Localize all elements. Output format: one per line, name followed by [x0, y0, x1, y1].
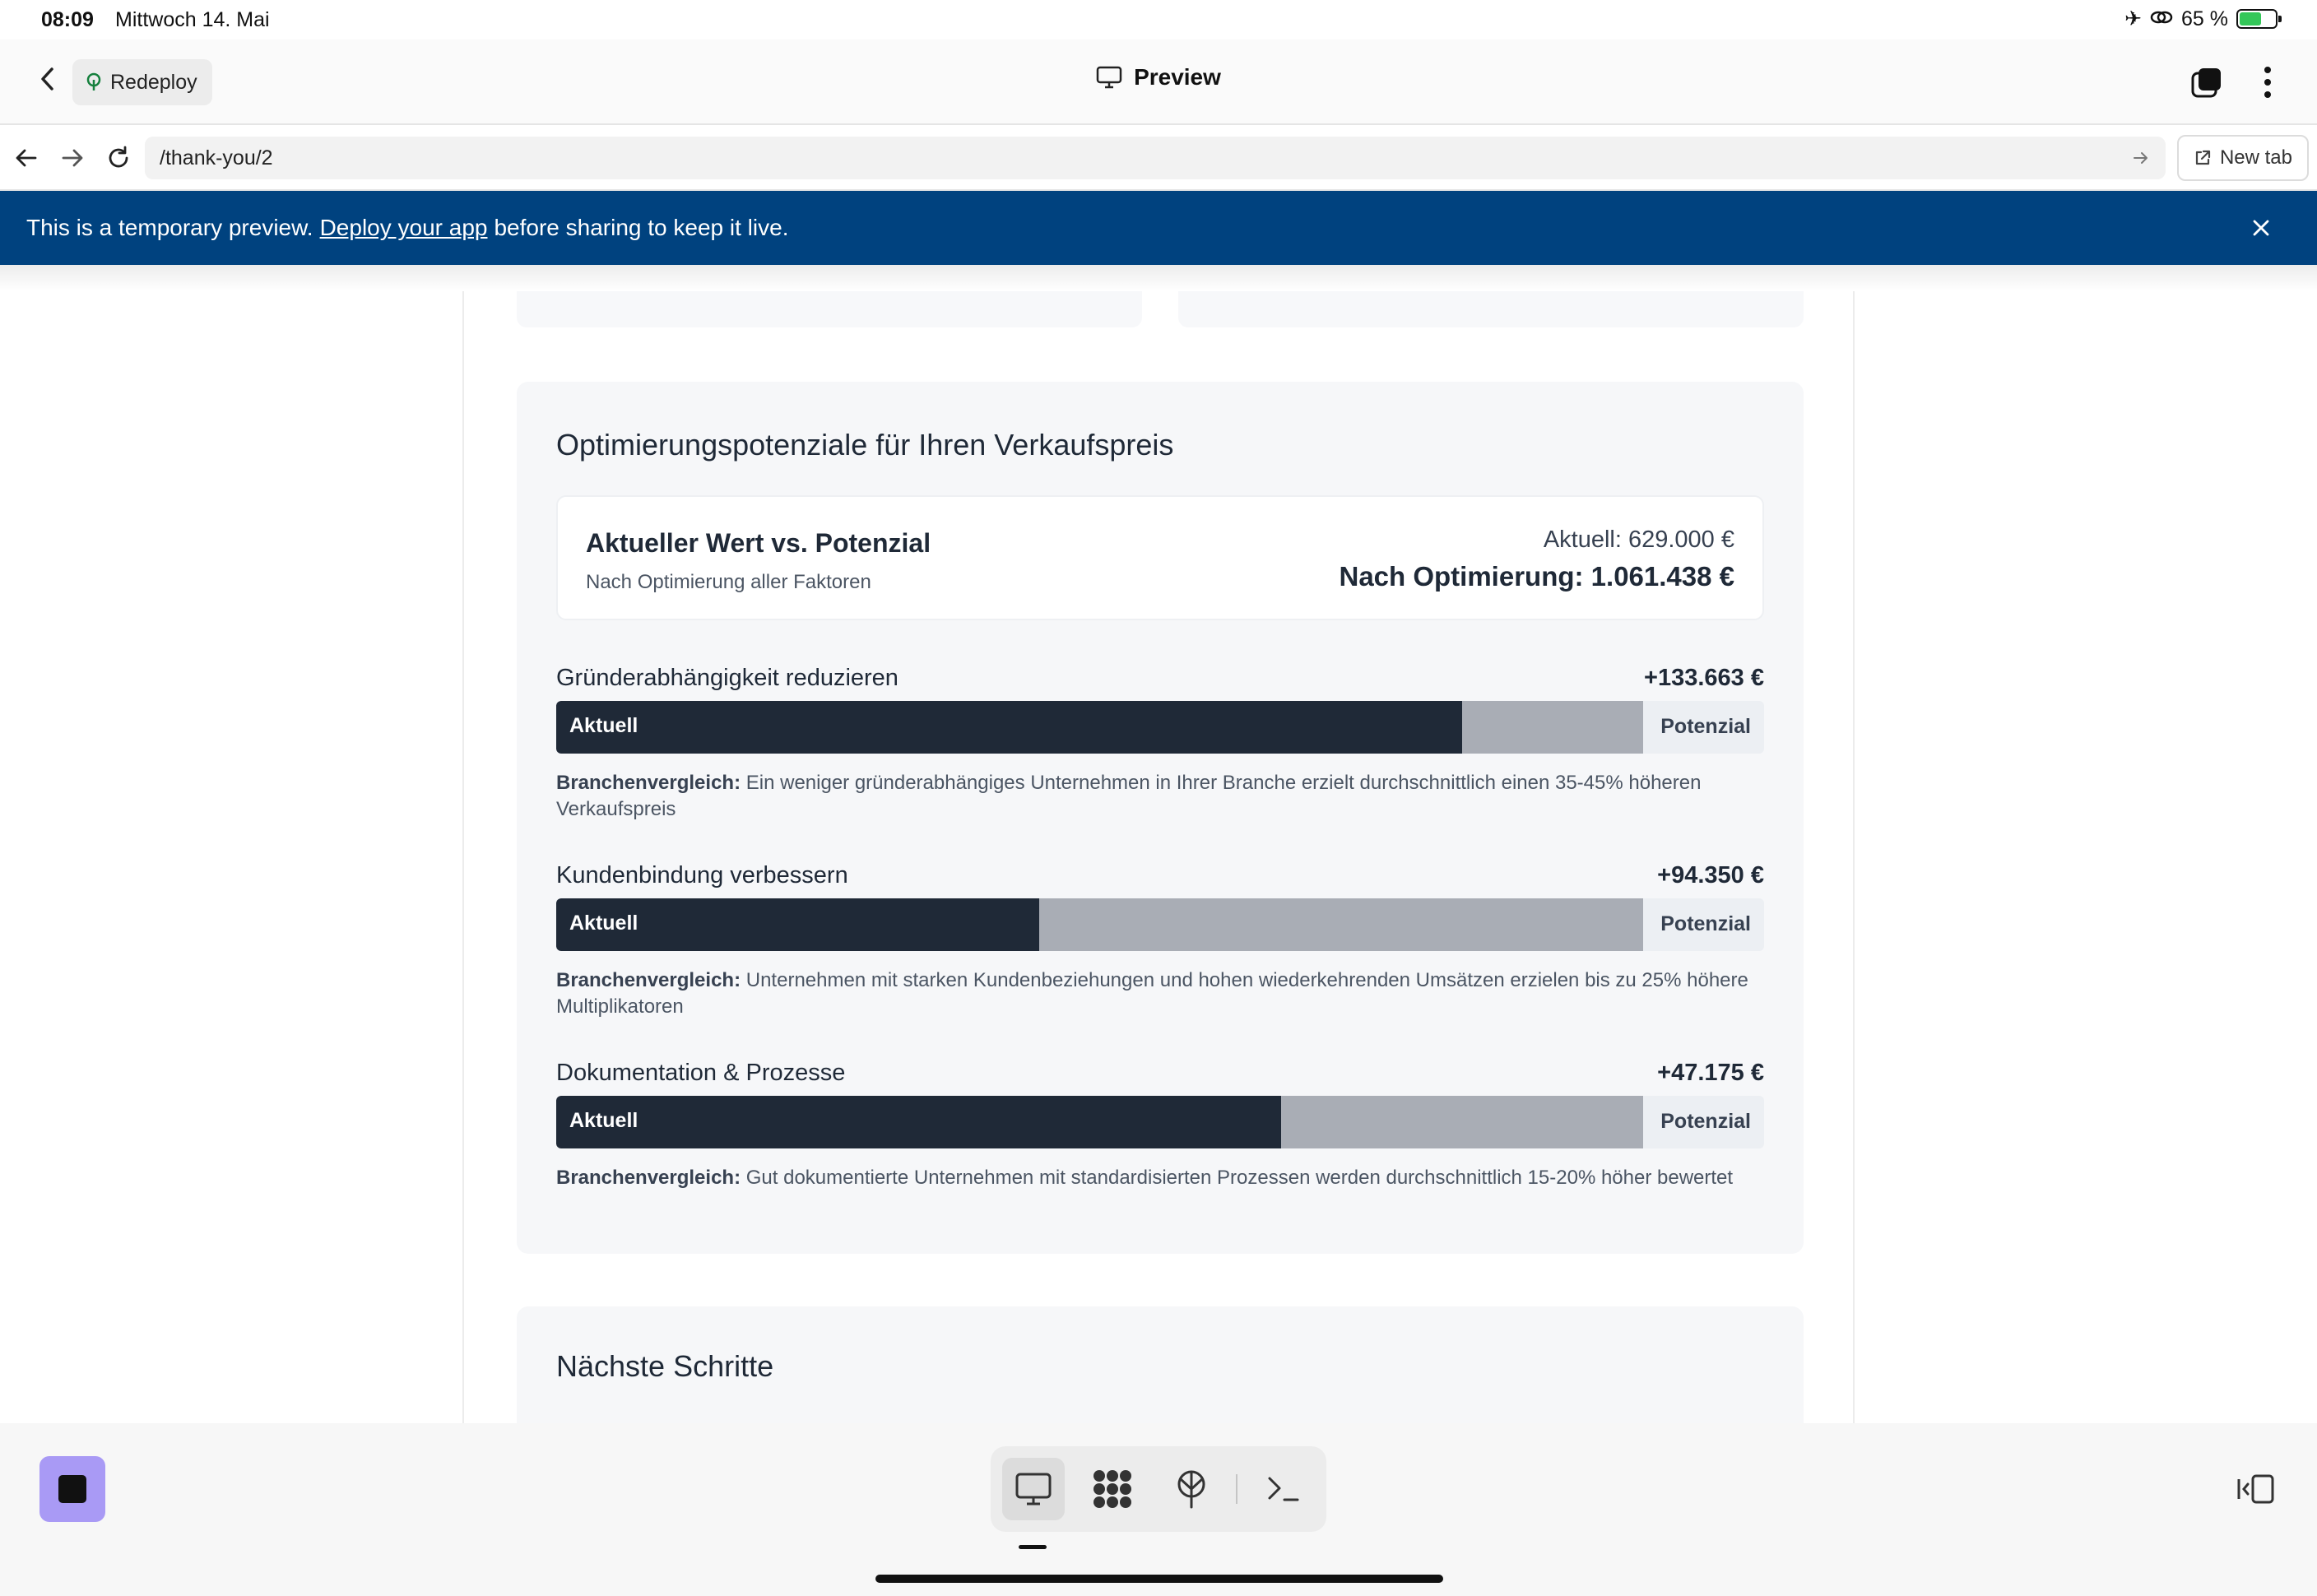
current-fill: Aktuell [556, 898, 1040, 951]
active-indicator [1019, 1545, 1047, 1549]
arrow-right-icon [2134, 152, 2148, 164]
deploy-icon [1177, 1470, 1205, 1509]
reload-button[interactable] [100, 140, 137, 176]
preview-banner: This is a temporary preview. Deploy your… [0, 191, 2317, 265]
current-fill: Aktuell [556, 1096, 1281, 1148]
metric-name: Gründerabhängigkeit reduzieren [556, 665, 898, 691]
dock [991, 1446, 1326, 1532]
go-button[interactable] [2128, 145, 2154, 171]
potential-label: Potenzial [1660, 715, 1751, 738]
summary-title: Aktueller Wert vs. Potenzial [586, 528, 931, 558]
metric-description: Branchenvergleich: Ein weniger gründerab… [556, 770, 1764, 823]
current-label: Aktuell [569, 714, 638, 737]
metric-progress-bar: Aktuell Potenzial [556, 1096, 1764, 1148]
value-summary-card: Aktueller Wert vs. Potenzial Nach Optimi… [556, 495, 1764, 620]
dock-separator [1236, 1474, 1237, 1504]
preview-label: Preview [1134, 64, 1221, 90]
external-link-icon [2195, 150, 2211, 165]
potential-label: Potenzial [1660, 1110, 1751, 1133]
url-input[interactable]: /thank-you/2 [145, 137, 2166, 179]
potential-label: Potenzial [1660, 912, 1751, 935]
home-indicator [875, 1575, 1443, 1583]
sidebar-toggle-button[interactable] [2235, 1469, 2278, 1509]
dock-apps-button[interactable] [1081, 1458, 1144, 1520]
url-bar: /thank-you/2 New tab [0, 125, 2317, 191]
deploy-link[interactable]: Deploy your app [320, 215, 488, 241]
banner-close-button[interactable] [2245, 211, 2278, 244]
new-tab-label: New tab [2219, 146, 2292, 169]
dock-terminal-button[interactable] [1252, 1458, 1315, 1520]
preview-title: Preview [0, 64, 2317, 90]
close-icon [2253, 220, 2269, 236]
stop-button[interactable] [39, 1456, 105, 1522]
page-viewport: Optimierungspotenziale für Ihren Verkauf… [0, 265, 2317, 1423]
bottom-toolbar [0, 1423, 2317, 1596]
link-icon [2150, 7, 2173, 31]
next-steps-section: Nächste Schritte [517, 1306, 1804, 1423]
current-fill: Aktuell [556, 701, 1462, 754]
terminal-icon [1268, 1477, 1299, 1501]
page-container: Optimierungspotenziale für Ihren Verkauf… [462, 265, 1855, 1423]
metric-gain: +133.663 € [1644, 665, 1764, 691]
comparison-label: Branchenvergleich: [556, 969, 741, 991]
status-date: Mittwoch 14. Mai [115, 8, 270, 31]
dock-deploy-button[interactable] [1160, 1458, 1223, 1520]
app-header: Redeploy Preview [0, 39, 2317, 125]
comparison-label: Branchenvergleich: [556, 1167, 741, 1189]
metric-description: Branchenvergleich: Gut dokumentierte Unt… [556, 1165, 1764, 1191]
current-label: Aktuell [569, 912, 638, 935]
arrow-right-icon [62, 149, 83, 167]
metric-name: Kundenbindung verbessern [556, 862, 848, 888]
airplane-icon: ✈ [2124, 7, 2143, 30]
next-steps-title: Nächste Schritte [556, 1349, 774, 1383]
new-tab-button[interactable]: New tab [2176, 135, 2309, 181]
apps-grid-icon [1093, 1470, 1131, 1508]
more-vertical-icon [2264, 67, 2271, 98]
metric-gain: +94.350 € [1657, 862, 1764, 888]
metric-progress-bar: Aktuell Potenzial [556, 701, 1764, 754]
sidebar-icon [2237, 1474, 2274, 1504]
banner-text-after: before sharing to keep it live. [494, 215, 789, 240]
tabs-icon [2191, 68, 2221, 98]
optimization-section: Optimierungspotenziale für Ihren Verkauf… [517, 382, 1804, 1254]
arrow-left-icon [16, 149, 37, 167]
dock-preview-button[interactable] [1002, 1458, 1065, 1520]
summary-subtitle: Nach Optimierung aller Faktoren [586, 571, 871, 593]
comparison-text: Gut dokumentierte Unternehmen mit standa… [745, 1167, 1734, 1189]
current-value: Aktuell: 629.000 € [1543, 527, 1734, 553]
url-text: /thank-you/2 [160, 146, 273, 169]
status-time: 08:09 [41, 8, 94, 31]
status-indicators: ✈ 65 % [2124, 7, 2282, 31]
monitor-icon [1015, 1473, 1052, 1506]
comparison-label: Branchenvergleich: [556, 772, 741, 794]
nav-back-button[interactable] [8, 140, 44, 176]
optimization-title: Optimierungspotenziale für Ihren Verkauf… [556, 428, 1174, 462]
scroll-shadow [0, 265, 2317, 291]
current-label: Aktuell [569, 1109, 638, 1132]
metric-description: Branchenvergleich: Unternehmen mit stark… [556, 967, 1764, 1020]
optimized-value: Nach Optimierung: 1.061.438 € [1339, 561, 1734, 592]
metric-gain: +47.175 € [1657, 1060, 1764, 1086]
metric-progress-bar: Aktuell Potenzial [556, 898, 1764, 951]
status-bar: 08:09 Mittwoch 14. Mai ✈ 65 % [0, 0, 2317, 39]
metric-name: Dokumentation & Prozesse [556, 1060, 846, 1086]
battery-icon [2236, 9, 2282, 29]
battery-percent: 65 % [2181, 7, 2228, 30]
banner-text-before: This is a temporary preview. [26, 215, 313, 240]
nav-forward-button[interactable] [54, 140, 91, 176]
tabs-button[interactable] [2187, 63, 2226, 102]
stop-icon [58, 1475, 86, 1503]
reload-icon [109, 146, 128, 168]
monitor-icon [1096, 66, 1122, 89]
more-button[interactable] [2251, 63, 2284, 102]
